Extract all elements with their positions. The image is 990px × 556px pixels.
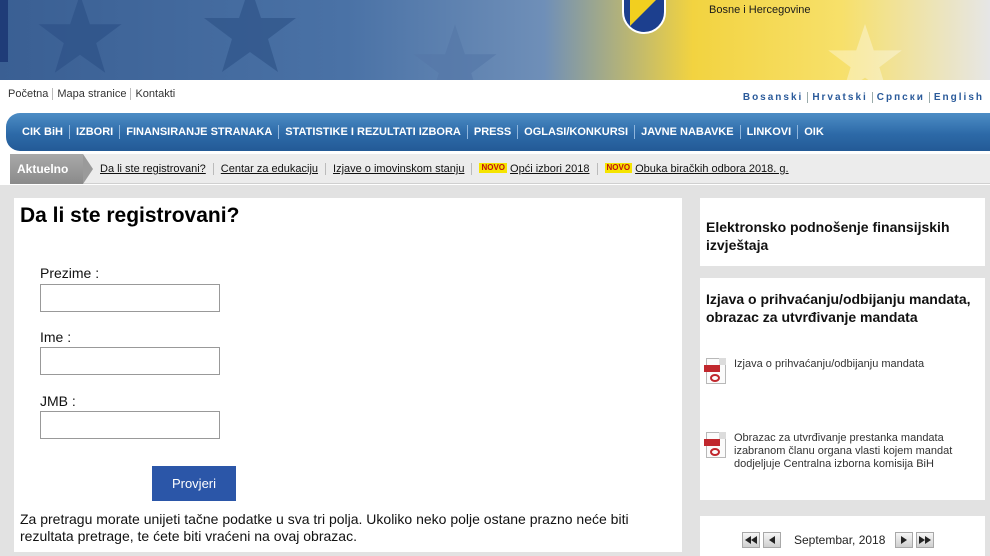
link-kontakti[interactable]: Kontakti	[131, 88, 179, 100]
aktuelno-link-edukacija[interactable]: Centar za edukaciju	[214, 163, 327, 175]
registration-check-panel: Da li ste registrovani? Prezime : Ime : …	[14, 198, 682, 552]
next-month-button[interactable]	[895, 532, 914, 548]
document-link[interactable]: Obrazac za utvrđivanje prestanka mandata…	[704, 432, 974, 471]
utility-links: Početna Mapa stranice Kontakti	[8, 88, 179, 100]
link-pocetna[interactable]: Početna	[8, 88, 54, 100]
nav-izbori[interactable]: IZBORI	[70, 125, 121, 139]
pdf-icon	[704, 432, 728, 460]
header-banner: Bosne i Hercegovine	[0, 0, 990, 80]
coat-of-arms-logo[interactable]	[622, 0, 666, 34]
aktuelno-links: Da li ste registrovani? Centar za edukac…	[93, 163, 796, 175]
banner-stripe	[0, 0, 8, 62]
star-icon	[38, 0, 122, 73]
aktuelno-link-imovinsko-stanje[interactable]: Izjave o imovinskom stanju	[326, 163, 473, 175]
calendar-month-label: Septembar, 2018	[794, 533, 886, 547]
search-help-text: Za pretragu morate unijeti tačne podatke…	[20, 511, 629, 544]
prezime-input[interactable]	[40, 284, 220, 312]
lang-hrvatski[interactable]: Hrvatski	[808, 92, 873, 103]
chevron-left-icon	[769, 536, 775, 544]
nav-finansiranje-stranaka[interactable]: FINANSIRANJE STRANAKA	[120, 125, 280, 139]
aktuelno-link-registrovani[interactable]: Da li ste registrovani?	[93, 163, 214, 175]
main-navigation: CIK BiH IZBORI FINANSIRANJE STRANAKA STA…	[6, 113, 990, 151]
jmb-label: JMB :	[40, 393, 76, 409]
next-year-button[interactable]	[916, 532, 935, 548]
aktuelno-link-label: Da li ste registrovani?	[100, 163, 206, 175]
lang-english[interactable]: English	[930, 92, 984, 103]
institution-name: Bosne i Hercegovine	[709, 4, 811, 16]
document-title[interactable]: Obrazac za utvrđivanje prestanka mandata…	[734, 432, 974, 471]
mandate-box-title: Izjava o prihvaćanju/odbijanju mandata, …	[706, 291, 971, 325]
nav-press[interactable]: PRESS	[468, 125, 519, 139]
double-chevron-left-icon	[745, 536, 757, 544]
nav-statistike[interactable]: STATISTIKE I REZULTATI IZBORA	[279, 125, 468, 139]
aktuelno-label: Aktuelno	[10, 154, 93, 184]
nav-oglasi-konkursi[interactable]: OGLASI/KONKURSI	[518, 125, 636, 139]
provjeri-button[interactable]: Provjeri	[152, 466, 236, 501]
lang-srpski[interactable]: Српски	[873, 92, 930, 103]
aktuelno-link-label: Obuka biračkih odbora 2018. g.	[635, 163, 789, 175]
mandate-documents-box: Izjava o prihvaćanju/odbijanju mandata, …	[700, 278, 985, 500]
aktuelno-link-label: Opći izbori 2018	[510, 163, 590, 175]
prezime-label: Prezime :	[40, 265, 100, 281]
lang-bosanski[interactable]: Bosanski	[739, 92, 809, 103]
jmb-input[interactable]	[40, 411, 220, 439]
aktuelno-link-opci-izbori[interactable]: NOVO Opći izbori 2018	[472, 163, 598, 175]
novo-badge: NOVO	[479, 163, 508, 173]
ime-label: Ime :	[40, 329, 72, 345]
language-switcher: Bosanski Hrvatski Српски English	[739, 92, 984, 103]
electronic-filing-title[interactable]: Elektronsko podnošenje finansijskih izvj…	[706, 218, 976, 254]
nav-cik-bih[interactable]: CIK BiH	[16, 125, 70, 139]
previous-month-button[interactable]	[763, 532, 781, 548]
aktuelno-link-label: Izjave o imovinskom stanju	[333, 163, 465, 175]
calendar-box: Septembar, 2018	[700, 516, 985, 556]
link-mapa-stranice[interactable]: Mapa stranice	[53, 88, 132, 100]
chevron-right-icon	[901, 536, 908, 544]
star-icon	[204, 0, 296, 72]
page-title: Da li ste registrovani?	[20, 204, 240, 227]
star-icon	[413, 24, 497, 80]
top-links-row: Početna Mapa stranice Kontakti Bosanski …	[0, 80, 990, 112]
news-ticker-bar: Aktuelno Da li ste registrovani? Centar …	[10, 154, 990, 184]
star-icon	[828, 24, 902, 80]
nav-javne-nabavke[interactable]: JAVNE NABAVKE	[635, 125, 741, 139]
calendar-navigation: Septembar, 2018	[742, 532, 937, 548]
aktuelno-link-obuka[interactable]: NOVO Obuka biračkih odbora 2018. g.	[598, 163, 796, 175]
previous-year-button[interactable]	[742, 532, 760, 548]
ime-input[interactable]	[40, 347, 220, 375]
novo-badge: NOVO	[604, 163, 633, 173]
double-chevron-right-icon	[919, 536, 932, 544]
nav-linkovi[interactable]: LINKOVI	[741, 125, 799, 139]
aktuelno-link-label: Centar za edukaciju	[220, 163, 319, 175]
nav-oik[interactable]: OIK	[798, 125, 830, 139]
pdf-icon	[704, 358, 728, 386]
electronic-filing-box[interactable]: Elektronsko podnošenje finansijskih izvj…	[700, 198, 985, 266]
document-link[interactable]: Izjava o prihvaćanju/odbijanju mandata	[704, 358, 974, 386]
document-title[interactable]: Izjava o prihvaćanju/odbijanju mandata	[734, 358, 974, 386]
